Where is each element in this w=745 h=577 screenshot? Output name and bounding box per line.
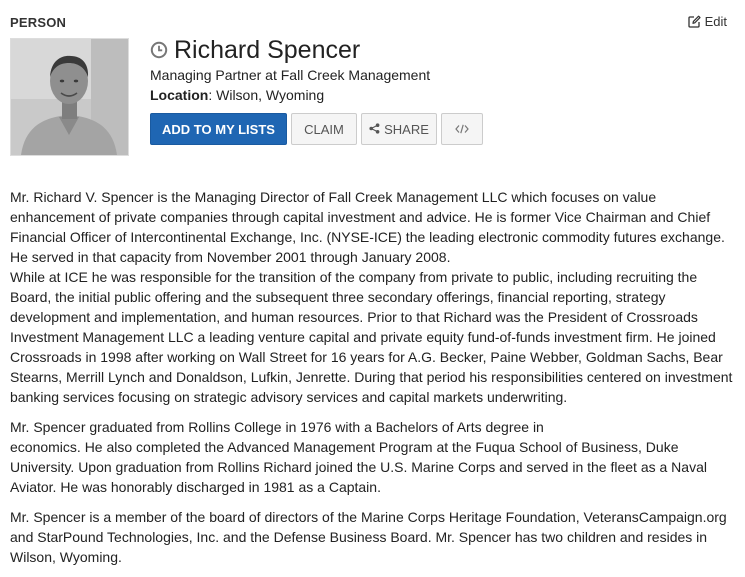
share-icon bbox=[369, 122, 380, 137]
bio-paragraph: Mr. Spencer graduated from Rollins Colle… bbox=[10, 419, 707, 495]
edit-label: Edit bbox=[704, 14, 727, 29]
location-value: Wilson, Wyoming bbox=[216, 87, 325, 103]
person-name: Richard Spencer bbox=[174, 36, 361, 64]
biography: Mr. Richard V. Spencer is the Managing D… bbox=[10, 187, 735, 577]
bio-paragraph: Mr. Spencer is a member of the board of … bbox=[10, 509, 727, 565]
person-title: Managing Partner at Fall Creek Managemen… bbox=[150, 67, 431, 83]
add-to-lists-button[interactable]: ADD TO MY LISTS bbox=[150, 113, 287, 145]
person-location: Location: Wilson, Wyoming bbox=[150, 87, 325, 103]
claim-button[interactable]: CLAIM bbox=[291, 113, 357, 145]
location-label: Location bbox=[150, 87, 209, 103]
bio-paragraph: Mr. Richard V. Spencer is the Managing D… bbox=[10, 189, 733, 405]
code-icon bbox=[455, 122, 469, 137]
edit-link[interactable]: Edit bbox=[687, 14, 727, 29]
section-label: PERSON bbox=[10, 15, 67, 30]
action-bar: ADD TO MY LISTS CLAIM SHARE bbox=[150, 113, 483, 145]
share-label: SHARE bbox=[384, 121, 429, 137]
embed-button[interactable] bbox=[441, 113, 483, 145]
person-header: Richard Spencer Managing Partner at Fall… bbox=[150, 34, 730, 104]
profile-photo bbox=[10, 38, 129, 156]
share-button[interactable]: SHARE bbox=[361, 113, 437, 145]
edit-pencil-square-icon bbox=[687, 15, 701, 28]
clock-icon[interactable] bbox=[150, 41, 168, 59]
